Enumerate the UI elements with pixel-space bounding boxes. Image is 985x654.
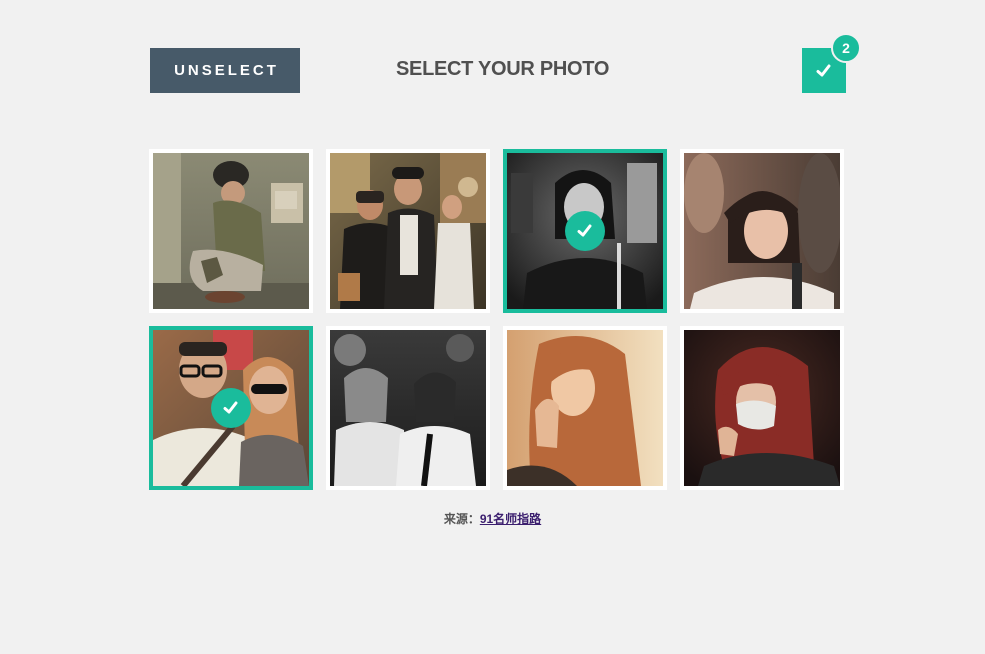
source-credit: 来源：91名师指路 [0,510,985,527]
source-label: 来源： [443,512,480,526]
unselect-button[interactable]: UNSELECT [150,48,300,93]
selected-check-badge [211,388,251,428]
photo-woman-mask [684,330,840,486]
selected-check-badge [565,211,605,251]
check-icon [577,224,592,237]
photo-street-people [330,153,486,309]
page-title: SELECT YOUR PHOTO [396,58,610,80]
photo-tile-1[interactable] [149,149,313,313]
photo-grid [149,149,847,491]
photo-tile-6[interactable] [326,326,490,490]
photo-tile-8[interactable] [680,326,844,490]
photo-tile-2[interactable] [326,149,490,313]
photo-woman-bob-hair [684,153,840,309]
source-link[interactable]: 91名师指路 [480,512,541,526]
photo-two-women-bw [330,330,486,486]
photo-tile-4[interactable] [680,149,844,313]
selected-count-badge: 2 [831,33,861,63]
photo-tile-5[interactable] [149,326,313,490]
photo-tile-7[interactable] [503,326,667,490]
photo-tile-3[interactable] [503,149,667,313]
photo-woman-red-hair-laughing [507,330,663,486]
check-icon [816,64,831,76]
photo-person-crouching [153,153,309,309]
photo-selector-page: UNSELECT SELECT YOUR PHOTO 2 来源：91名师指路 [0,0,985,654]
check-icon [223,401,238,414]
